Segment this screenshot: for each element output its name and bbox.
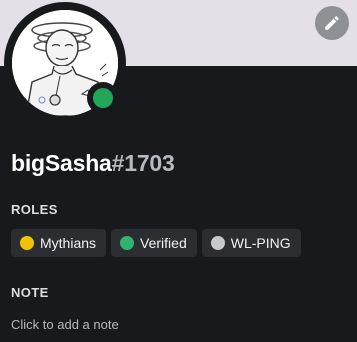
discriminator: #1703 <box>111 150 175 176</box>
username: bigSasha <box>11 150 112 176</box>
note-heading: NOTE <box>11 285 49 300</box>
role-wl-ping[interactable]: WL-PING <box>201 229 301 257</box>
role-label: WL-PING <box>230 235 291 251</box>
status-indicator <box>87 82 119 114</box>
role-color-dot-icon <box>210 236 225 250</box>
pencil-icon <box>325 16 339 30</box>
note-input[interactable]: Click to add a note <box>11 317 119 332</box>
roles-heading: ROLES <box>11 202 58 217</box>
role-label: Mythians <box>40 235 97 251</box>
role-mythians[interactable]: Mythians <box>11 229 107 257</box>
online-status-icon <box>93 88 113 108</box>
role-color-dot-icon <box>20 236 34 250</box>
role-label: Verified <box>140 235 187 251</box>
roles-list: Mythians Verified WL-PING <box>11 229 301 257</box>
role-verified[interactable]: Verified <box>111 229 197 257</box>
username-tag[interactable]: bigSasha#1703 <box>11 150 175 177</box>
role-color-dot-icon <box>120 236 135 250</box>
edit-profile-button[interactable] <box>315 6 349 40</box>
